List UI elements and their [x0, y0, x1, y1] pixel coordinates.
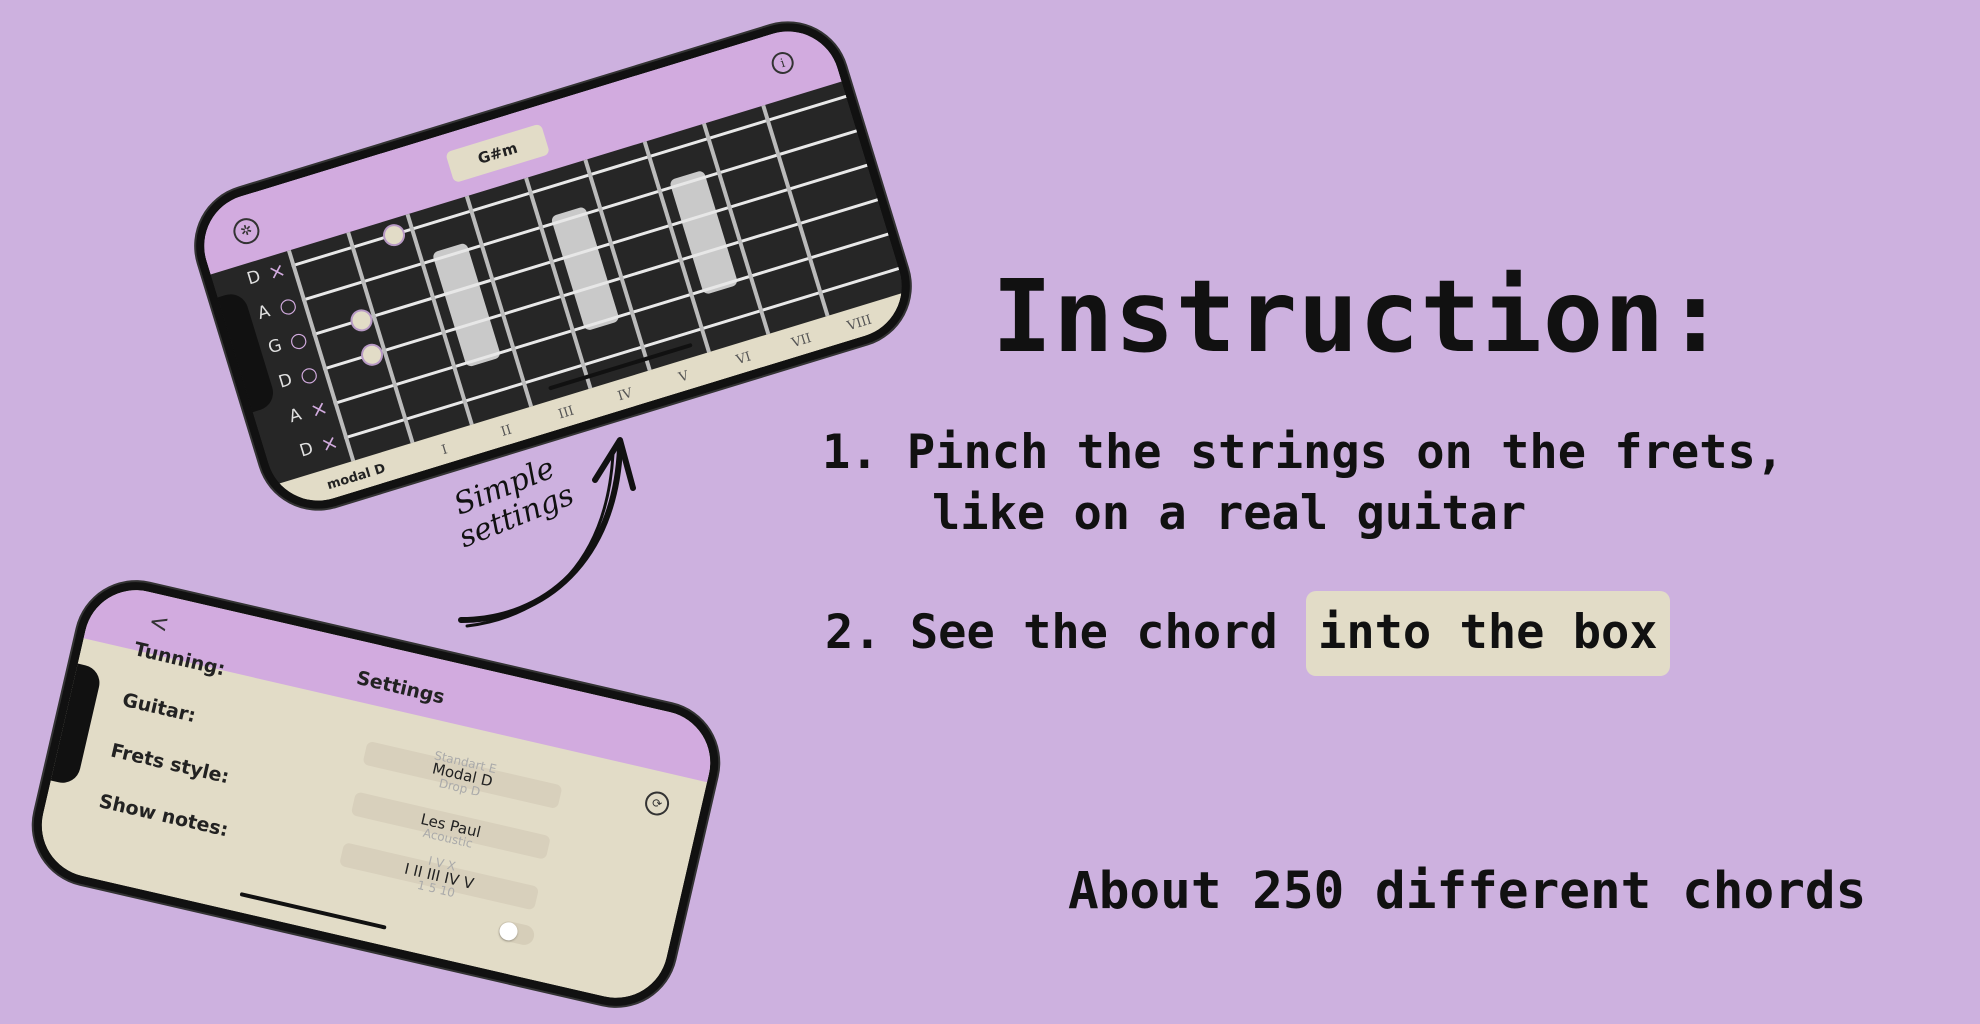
setting-label-frets-style: Frets style: [108, 739, 232, 789]
string-6[interactable] [343, 267, 900, 440]
fret-inlay [550, 206, 620, 332]
fret-line [346, 231, 415, 444]
step2-box: into the box [1306, 591, 1670, 676]
string-tuning: D [244, 266, 264, 290]
string-open-mark[interactable]: ○ [286, 326, 310, 354]
fret-number: IV [616, 385, 635, 405]
string-mute-mark[interactable]: × [265, 257, 288, 285]
string-open-mark[interactable]: ○ [297, 360, 321, 388]
step2-prefix: 2. See the chord [825, 605, 1278, 660]
fret-number: III [556, 403, 576, 423]
fret-inlay [669, 169, 739, 296]
step1-line1: 1. Pinch the strings on the frets, [822, 425, 1785, 480]
fret-inlay [431, 242, 502, 368]
string-mute-mark[interactable]: × [318, 429, 341, 457]
fret-number: VIII [845, 312, 874, 335]
gear-icon[interactable]: ✲ [230, 214, 263, 248]
fret-number: I [440, 442, 450, 459]
toggle-knob [497, 920, 520, 943]
tuning-label: modal D [325, 461, 388, 494]
string-tuning: D [297, 438, 316, 462]
setting-label-guitar: Guitar: [120, 688, 198, 728]
setting-label-show-notes: Show notes: [96, 790, 231, 842]
string-tuning: A [255, 301, 273, 324]
show-notes-toggle[interactable] [496, 919, 537, 947]
instruction-title: Instruction: [992, 258, 1727, 375]
finger-dot[interactable] [380, 221, 408, 249]
settings-screen: < Settings ⟳ Tunning: Guitar: Frets styl… [31, 579, 721, 1009]
fret-line [761, 104, 830, 317]
string-tuning: G [265, 335, 285, 359]
fret-line [287, 249, 356, 462]
info-icon[interactable]: i [768, 49, 797, 77]
home-indicator [239, 892, 387, 930]
step2: 2. See the chord into the box [825, 591, 1670, 676]
fret-number: VII [790, 331, 814, 352]
refresh-icon[interactable]: ⟳ [642, 789, 672, 818]
fret-number: VI [734, 349, 753, 369]
string-mute-mark[interactable]: × [307, 395, 330, 423]
string-tuning: A [286, 404, 304, 428]
step1-line2: like on a real guitar [932, 486, 1527, 541]
footer-text: About 250 different chords [1068, 862, 1867, 921]
string-open-mark[interactable]: ○ [276, 291, 300, 319]
fret-number: V [677, 368, 691, 386]
string-tuning: D [276, 369, 295, 393]
